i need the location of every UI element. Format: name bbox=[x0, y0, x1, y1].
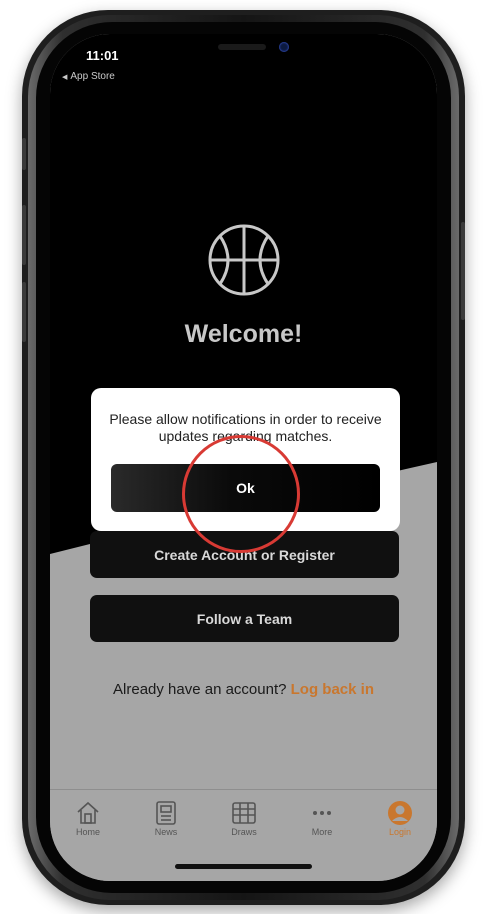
status-time: 11:01 bbox=[86, 48, 119, 63]
log-back-in-link[interactable]: Log back in bbox=[291, 681, 374, 698]
volume-up-button bbox=[22, 205, 26, 265]
basketball-icon bbox=[208, 224, 280, 296]
tab-home[interactable]: Home bbox=[58, 800, 118, 837]
tab-home-label: Home bbox=[75, 827, 100, 837]
login-prompt: Already have an account? Log back in bbox=[50, 681, 437, 698]
home-indicator[interactable] bbox=[175, 864, 312, 869]
front-camera bbox=[279, 42, 289, 52]
volume-down-button bbox=[22, 282, 26, 342]
notch bbox=[140, 34, 347, 74]
follow-team-button[interactable]: Follow a Team bbox=[90, 595, 399, 642]
login-icon bbox=[388, 801, 412, 825]
tab-more[interactable]: More bbox=[292, 800, 352, 837]
speaker-grille bbox=[218, 44, 266, 50]
home-icon bbox=[77, 801, 99, 824]
login-prompt-text: Already have an account? bbox=[113, 681, 287, 698]
tab-login[interactable]: Login bbox=[370, 800, 430, 837]
silent-switch bbox=[22, 138, 26, 170]
back-to-app-store[interactable]: ◀ App Store bbox=[62, 71, 115, 82]
highlight-circle bbox=[182, 435, 300, 553]
back-arrow-icon: ◀ bbox=[62, 74, 68, 81]
tab-news[interactable]: News bbox=[136, 800, 196, 837]
welcome-title: Welcome! bbox=[184, 320, 303, 348]
tab-news-label: News bbox=[154, 827, 178, 837]
tab-more-label: More bbox=[311, 827, 333, 837]
power-button bbox=[461, 222, 465, 320]
tab-draws-label: Draws bbox=[231, 827, 257, 837]
news-icon bbox=[156, 801, 176, 825]
back-label: App Store bbox=[70, 71, 115, 82]
more-icon bbox=[313, 811, 331, 815]
draws-icon bbox=[232, 802, 256, 824]
phone-screen: 11:01 ◀ App Store Welcome! Create Account… bbox=[50, 34, 437, 881]
tab-login-label: Login bbox=[388, 827, 412, 837]
tab-draws[interactable]: Draws bbox=[214, 800, 274, 837]
